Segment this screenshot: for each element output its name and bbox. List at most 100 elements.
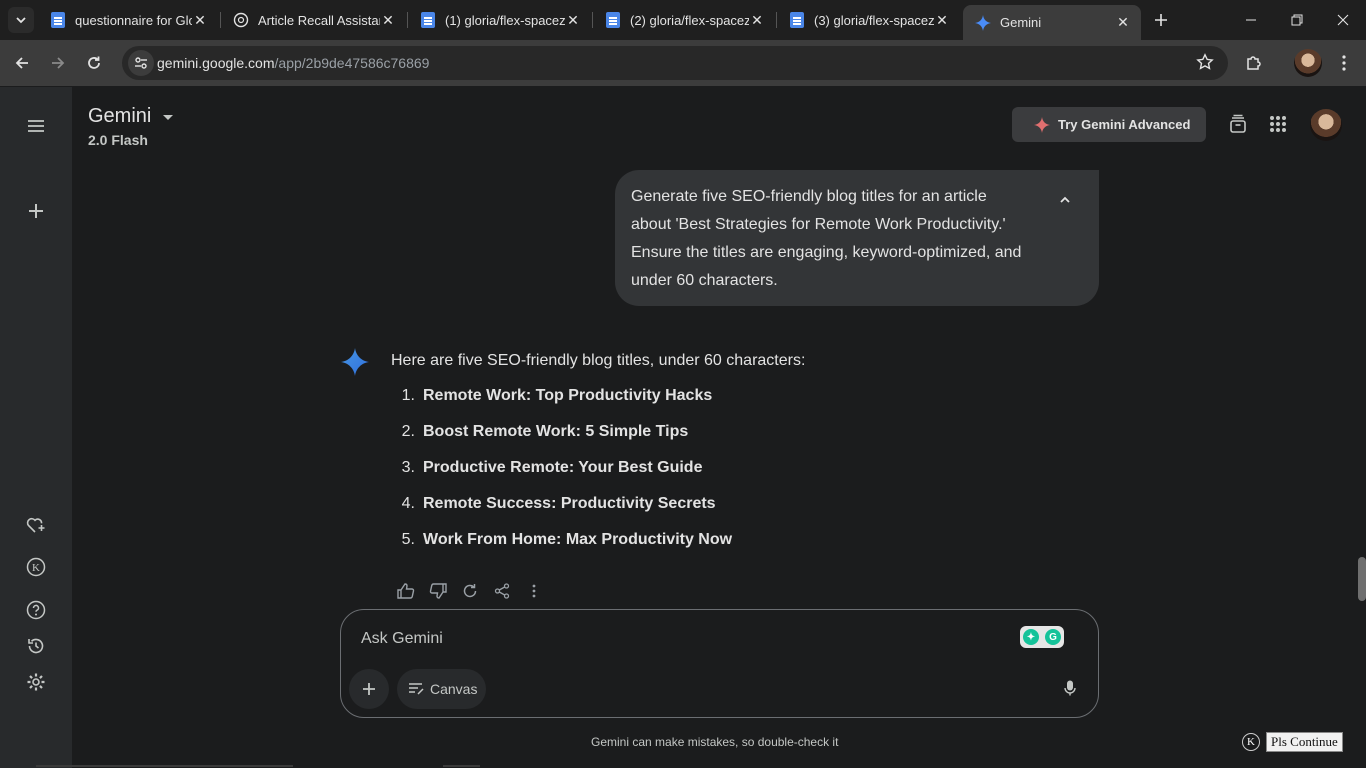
list-item: 2. Boost Remote Work: 5 Simple Tips <box>391 423 732 459</box>
list-text: Remote Work: Top Productivity Hacks <box>423 387 713 404</box>
settings-button[interactable] <box>24 670 48 694</box>
canvas-label: Canvas <box>430 681 478 697</box>
google-docs-icon <box>50 12 66 28</box>
tab-gloria-3[interactable]: (3) gloria/flex-spacez ✕ <box>777 5 960 35</box>
microphone-button[interactable] <box>1060 678 1080 698</box>
model-name: 2.0 Flash <box>88 132 148 148</box>
tab-questionnaire[interactable]: questionnaire for Glo ✕ <box>38 5 218 35</box>
star-icon <box>1196 53 1214 70</box>
response-title-list: 1. Remote Work: Top Productivity Hacks 2.… <box>391 387 732 567</box>
list-item: 5. Work From Home: Max Productivity Now <box>391 531 732 567</box>
account-avatar[interactable] <box>1310 109 1342 141</box>
prompt-composer: Ask Gemini ✦ G Canvas <box>340 609 1099 718</box>
restore-button[interactable] <box>1274 0 1320 40</box>
share-button[interactable] <box>486 581 518 601</box>
list-number: 2. <box>401 423 415 440</box>
reload-button[interactable] <box>80 49 108 77</box>
address-bar[interactable]: gemini.google.com/app/2b9de47586c76869 <box>122 46 1228 80</box>
profile-avatar[interactable] <box>1294 49 1322 77</box>
arrow-right-icon <box>52 57 65 69</box>
gear-icon <box>27 673 45 691</box>
restore-icon <box>1291 14 1303 26</box>
tab-search-button[interactable] <box>8 7 34 33</box>
archive-button[interactable] <box>1226 112 1250 136</box>
help-button[interactable] <box>24 598 48 622</box>
site-info-button[interactable] <box>128 50 154 76</box>
user-prompt-text: Generate five SEO-friendly blog titles f… <box>631 188 1022 289</box>
google-docs-icon <box>605 12 621 28</box>
try-gemini-advanced-label: Try Gemini Advanced <box>1058 117 1191 132</box>
caret-down-icon <box>163 115 174 120</box>
url-path: /app/2b9de47586c76869 <box>274 55 430 71</box>
gem-manager-button[interactable] <box>24 513 48 537</box>
response-actions <box>390 581 550 601</box>
more-options-button[interactable] <box>518 581 550 601</box>
prompt-input[interactable]: Ask Gemini <box>361 630 443 648</box>
close-icon[interactable]: ✕ <box>380 12 396 28</box>
list-number: 1. <box>401 387 415 404</box>
list-item: 3. Productive Remote: Your Best Guide <box>391 459 732 495</box>
list-number: 5. <box>401 531 415 548</box>
new-chat-button[interactable] <box>24 199 48 223</box>
pls-continue-label: Pls Continue <box>1266 732 1343 752</box>
list-item: 1. Remote Work: Top Productivity Hacks <box>391 387 732 423</box>
google-docs-icon <box>420 12 436 28</box>
bookmark-button[interactable] <box>1196 53 1214 76</box>
gemini-spark-icon <box>341 348 369 376</box>
close-window-button[interactable] <box>1320 0 1366 40</box>
extensions-button[interactable] <box>1240 49 1268 77</box>
tune-icon <box>135 57 147 69</box>
k-circle-icon: K <box>26 557 46 577</box>
close-icon[interactable]: ✕ <box>565 12 581 28</box>
arrow-left-icon <box>15 57 28 69</box>
regenerate-button[interactable] <box>454 581 486 601</box>
list-text: Work From Home: Max Productivity Now <box>423 531 733 548</box>
list-text: Productive Remote: Your Best Guide <box>423 459 703 476</box>
thumbs-down-icon <box>429 583 447 599</box>
close-icon[interactable]: ✕ <box>749 12 765 28</box>
tab-gloria-1[interactable]: (1) gloria/flex-spacez ✕ <box>408 5 591 35</box>
google-apps-button[interactable] <box>1266 112 1290 136</box>
tab-title: Article Recall Assistan <box>258 12 380 28</box>
canvas-button[interactable]: Canvas <box>397 669 486 709</box>
tab-title: (1) gloria/flex-spacez <box>445 12 565 28</box>
plus-icon <box>363 683 375 695</box>
activity-button[interactable] <box>24 634 48 658</box>
list-text: Boost Remote Work: 5 Simple Tips <box>423 423 689 440</box>
pls-continue-widget[interactable]: K Pls Continue <box>1242 732 1343 752</box>
tab-title: (2) gloria/flex-spacez <box>630 12 749 28</box>
scrollbar-thumb[interactable] <box>1358 557 1366 601</box>
reload-icon <box>88 56 100 69</box>
close-icon[interactable]: ✕ <box>192 12 208 28</box>
extension-k-button[interactable]: K <box>24 555 48 579</box>
taskbar-line <box>36 765 293 767</box>
close-icon[interactable]: ✕ <box>1115 14 1131 31</box>
tab-title: (3) gloria/flex-spacez <box>814 12 934 28</box>
tab-strip: questionnaire for Glo ✕ Article Recall A… <box>0 0 1366 40</box>
main-menu-button[interactable] <box>24 114 48 138</box>
tab-gloria-2[interactable]: (2) gloria/flex-spacez ✕ <box>593 5 775 35</box>
grammarly-widget[interactable]: ✦ G <box>1020 626 1064 648</box>
browser-menu-button[interactable] <box>1330 49 1358 77</box>
new-tab-button[interactable] <box>1150 9 1172 31</box>
url-text[interactable]: gemini.google.com/app/2b9de47586c76869 <box>157 55 429 71</box>
back-button[interactable] <box>8 49 36 77</box>
chevron-up-icon <box>1060 196 1070 203</box>
response-intro: Here are five SEO-friendly blog titles, … <box>391 352 806 369</box>
try-gemini-advanced-button[interactable]: Try Gemini Advanced <box>1012 107 1206 142</box>
google-docs-icon <box>789 12 805 28</box>
minimize-button[interactable] <box>1228 0 1274 40</box>
tab-article-recall[interactable]: Article Recall Assistan ✕ <box>221 5 406 35</box>
apps-grid-icon <box>1270 116 1286 132</box>
menu-icon <box>28 120 44 132</box>
collapse-prompt-button[interactable] <box>1055 190 1075 210</box>
model-switcher[interactable]: Gemini <box>88 105 174 128</box>
archive-icon <box>1230 114 1246 133</box>
thumbs-up-button[interactable] <box>390 581 422 601</box>
tab-gemini[interactable]: Gemini ✕ <box>963 5 1141 40</box>
thumbs-down-button[interactable] <box>422 581 454 601</box>
forward-button[interactable] <box>44 49 72 77</box>
add-files-button[interactable] <box>349 669 389 709</box>
close-icon[interactable]: ✕ <box>934 12 950 28</box>
list-item: 4. Remote Success: Productivity Secrets <box>391 495 732 531</box>
